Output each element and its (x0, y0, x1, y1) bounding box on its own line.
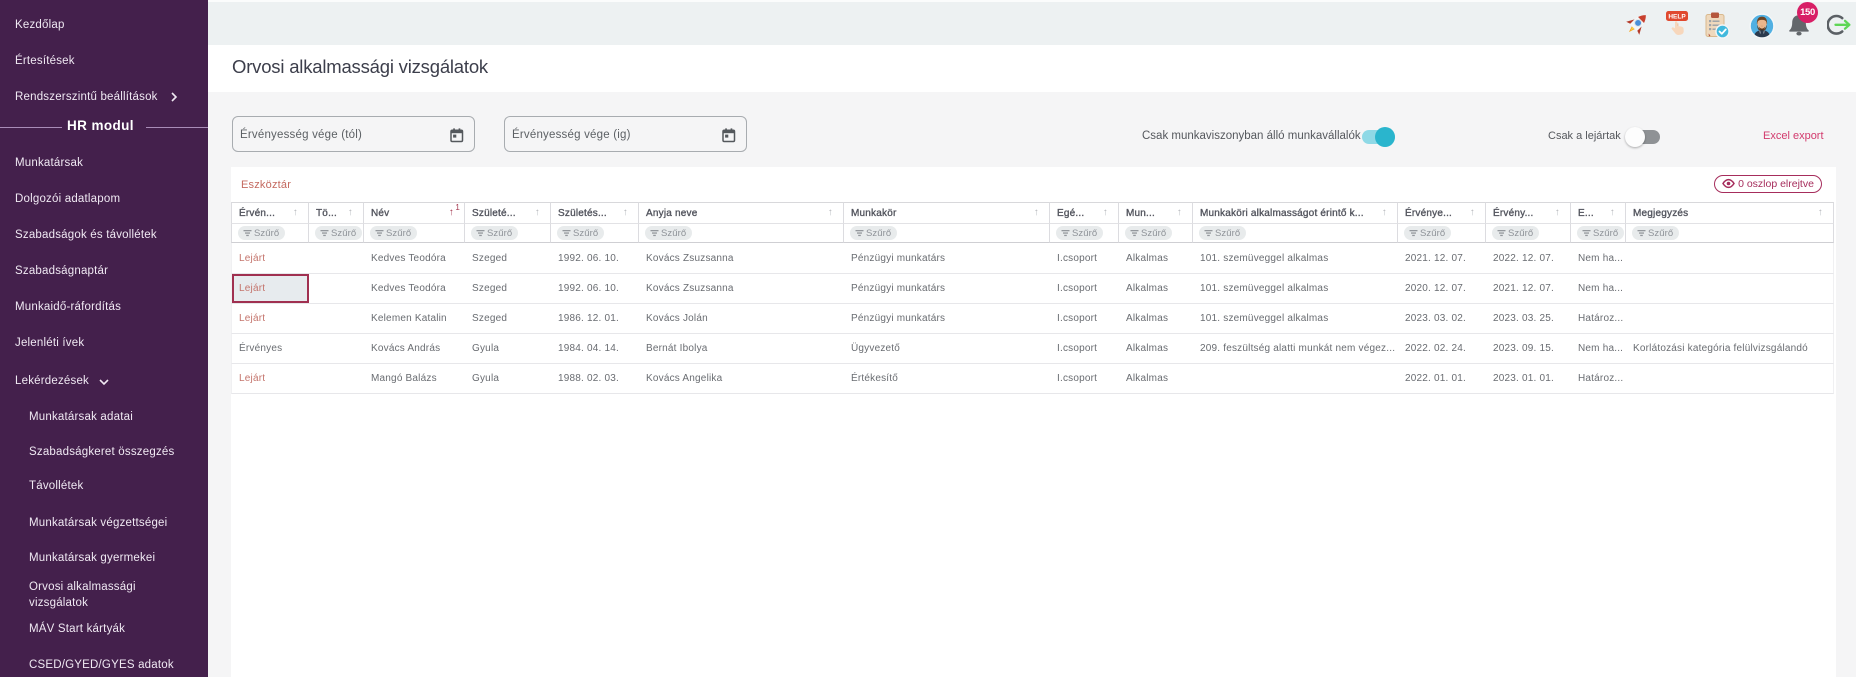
svg-text:HELP: HELP (1668, 14, 1686, 21)
